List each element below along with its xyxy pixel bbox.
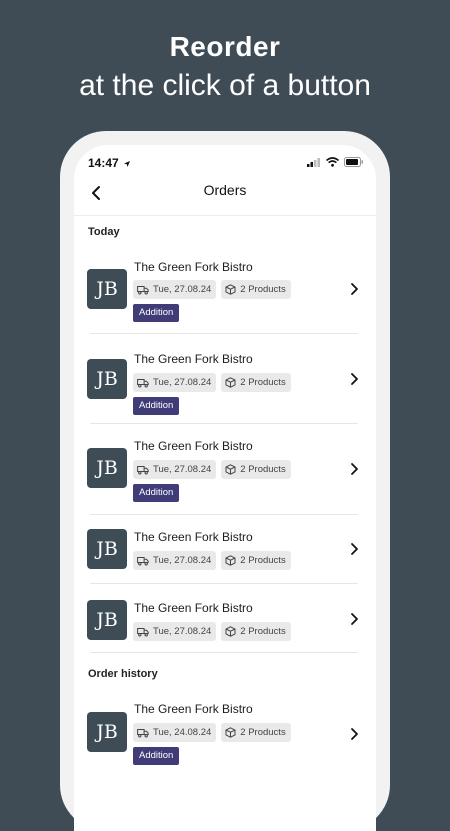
product-count-text: 2 Products: [240, 727, 286, 738]
row-divider: [90, 652, 358, 653]
chevron-right-icon: [351, 373, 358, 385]
vendor-logo: JB: [87, 529, 127, 569]
product-count-chip: 2 Products: [221, 723, 291, 742]
order-row[interactable]: JB The Green Fork Bistro Tue, 27.08.24 2…: [74, 584, 376, 653]
promo-headline: Reorder at the click of a button: [0, 30, 450, 106]
delivery-date-chip: Tue, 27.08.24: [133, 551, 217, 570]
status-time: 14:47: [88, 156, 131, 170]
vendor-name: The Green Fork Bistro: [134, 352, 253, 366]
truck-icon: [137, 728, 149, 738]
product-count-text: 2 Products: [240, 555, 286, 566]
truck-icon: [137, 378, 149, 388]
product-count-text: 2 Products: [240, 377, 286, 388]
box-icon: [225, 727, 236, 738]
location-arrow-icon: [124, 160, 131, 167]
vendor-name: The Green Fork Bistro: [134, 702, 253, 716]
vendor-logo: JB: [87, 600, 127, 640]
delivery-date-text: Tue, 27.08.24: [153, 626, 212, 637]
section-header-today: Today: [88, 226, 120, 238]
status-icons: [307, 157, 364, 167]
phone-frame: 14:47 Orders Today JB The Green Fork Bis…: [60, 131, 390, 831]
status-time-text: 14:47: [88, 156, 119, 170]
product-count-chip: 2 Products: [221, 460, 291, 479]
section-header-order-history: Order history: [88, 668, 158, 680]
addition-badge: Addition: [133, 304, 180, 322]
chevron-right-icon: [351, 543, 358, 555]
chevron-right-icon: [351, 463, 358, 475]
navigation-bar: Orders: [74, 175, 376, 216]
addition-badge: Addition: [133, 397, 180, 415]
battery-icon: [344, 157, 363, 167]
delivery-date-text: Tue, 27.08.24: [153, 377, 212, 388]
order-row[interactable]: JB The Green Fork Bistro Tue, 27.08.24 2…: [74, 247, 376, 334]
box-icon: [225, 626, 236, 637]
order-row[interactable]: JB The Green Fork Bistro Tue, 27.08.24 2…: [74, 515, 376, 584]
vendor-name: The Green Fork Bistro: [134, 260, 253, 274]
truck-icon: [137, 465, 149, 475]
product-count-chip: 2 Products: [221, 280, 291, 299]
product-count-chip: 2 Products: [221, 622, 291, 641]
headline-subtitle: at the click of a button: [79, 69, 371, 102]
chevron-right-icon: [351, 728, 358, 740]
page-title: Orders: [203, 182, 247, 198]
wifi-icon: [326, 157, 339, 167]
vendor-name: The Green Fork Bistro: [134, 530, 253, 544]
status-bar: 14:47: [74, 145, 376, 175]
truck-icon: [137, 556, 149, 566]
product-count-chip: 2 Products: [221, 373, 291, 392]
product-count-text: 2 Products: [240, 626, 286, 637]
truck-icon: [137, 627, 149, 637]
product-count-text: 2 Products: [240, 464, 286, 475]
vendor-logo: JB: [87, 269, 127, 309]
order-row[interactable]: JB The Green Fork Bistro Tue, 27.08.24 2…: [74, 334, 376, 424]
vendor-name: The Green Fork Bistro: [134, 439, 253, 453]
product-count-chip: 2 Products: [221, 551, 291, 570]
vendor-name: The Green Fork Bistro: [134, 601, 253, 615]
delivery-date-chip: Tue, 27.08.24: [133, 280, 217, 299]
box-icon: [225, 464, 236, 475]
vendor-logo: JB: [87, 712, 127, 752]
vendor-logo: JB: [87, 359, 127, 399]
box-icon: [225, 284, 236, 295]
box-icon: [225, 555, 236, 566]
delivery-date-chip: Tue, 27.08.24: [133, 460, 217, 479]
delivery-date-chip: Tue, 27.08.24: [133, 373, 217, 392]
truck-icon: [137, 285, 149, 295]
order-row[interactable]: JB The Green Fork Bistro Tue, 24.08.24 2…: [74, 690, 376, 783]
addition-badge: Addition: [133, 484, 180, 502]
order-row[interactable]: JB The Green Fork Bistro Tue, 27.08.24 2…: [74, 424, 376, 515]
delivery-date-chip: Tue, 24.08.24: [133, 723, 217, 742]
chevron-right-icon: [351, 283, 358, 295]
headline-title: Reorder: [169, 31, 281, 62]
delivery-date-text: Tue, 24.08.24: [153, 727, 212, 738]
box-icon: [225, 377, 236, 388]
phone-screen: 14:47 Orders Today JB The Green Fork Bis…: [74, 145, 376, 831]
delivery-date-text: Tue, 27.08.24: [153, 464, 212, 475]
vendor-logo: JB: [87, 448, 127, 488]
addition-badge: Addition: [133, 747, 180, 765]
delivery-date-chip: Tue, 27.08.24: [133, 622, 217, 641]
chevron-right-icon: [351, 613, 358, 625]
product-count-text: 2 Products: [240, 284, 286, 295]
delivery-date-text: Tue, 27.08.24: [153, 555, 212, 566]
delivery-date-text: Tue, 27.08.24: [153, 284, 212, 295]
cellular-signal-icon: [307, 157, 320, 167]
